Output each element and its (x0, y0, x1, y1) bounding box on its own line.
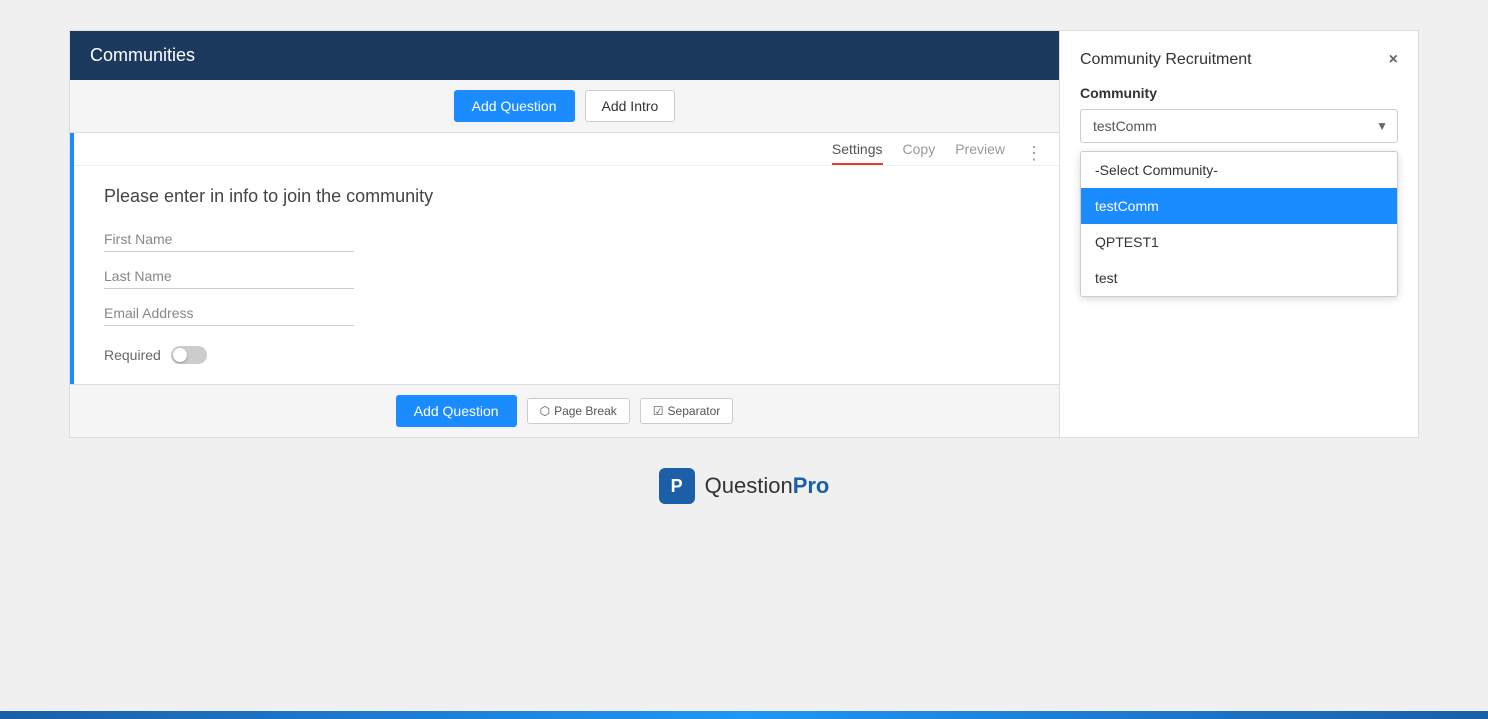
dropdown-item-testcomm[interactable]: testComm (1081, 188, 1397, 224)
community-dropdown-list: -Select Community- testComm QPTEST1 test (1080, 151, 1398, 297)
tab-settings[interactable]: Settings (832, 141, 883, 165)
survey-header: Communities (70, 31, 1059, 80)
footer-branding: P QuestionPro (69, 468, 1419, 504)
required-row: Required (104, 346, 1029, 364)
dropdown-item-test[interactable]: test (1081, 260, 1397, 296)
close-button[interactable]: × (1389, 51, 1398, 69)
dropdown-item-qptest1[interactable]: QPTEST1 (1081, 224, 1397, 260)
dropdown-item-placeholder[interactable]: -Select Community- (1081, 152, 1397, 188)
right-panel-title: Community Recruitment (1080, 51, 1252, 69)
tab-copy[interactable]: Copy (903, 141, 936, 165)
right-panel-header: Community Recruitment × (1080, 51, 1398, 69)
required-toggle[interactable] (171, 346, 207, 364)
community-section-label: Community (1080, 85, 1398, 101)
separator-button[interactable]: ☑ Separator (640, 398, 733, 424)
question-content: Please enter in info to join the communi… (74, 166, 1059, 384)
add-intro-button[interactable]: Add Intro (585, 90, 676, 122)
survey-toolbar-top: Add Question Add Intro (70, 80, 1059, 133)
questionpro-logo-text: QuestionPro (705, 473, 830, 499)
brand-text-normal: Question (705, 473, 793, 498)
question-tabs: Settings Copy Preview ⋮ (74, 133, 1059, 166)
community-select-wrapper: -Select Community- testComm QPTEST1 test… (1080, 109, 1398, 143)
page-title: Communities (90, 45, 195, 65)
page-break-button[interactable]: ⬡ Page Break (527, 398, 630, 424)
add-question-top-button[interactable]: Add Question (454, 90, 575, 122)
email-field: Email Address (104, 305, 1029, 326)
separator-label: Separator (668, 404, 721, 418)
questionpro-logo-icon: P (659, 468, 695, 504)
tab-preview[interactable]: Preview (955, 141, 1005, 165)
question-block: Settings Copy Preview ⋮ Please enter in … (70, 133, 1059, 384)
page-break-label: Page Break (554, 404, 617, 418)
question-title: Please enter in info to join the communi… (104, 186, 1029, 207)
bottom-bar (0, 711, 1488, 719)
survey-toolbar-bottom: Add Question ⬡ Page Break ☑ Separator (70, 384, 1059, 437)
survey-panel: Communities Add Question Add Intro Setti… (69, 30, 1059, 438)
email-label: Email Address (104, 305, 354, 326)
add-question-bottom-button[interactable]: Add Question (396, 395, 517, 427)
first-name-label: First Name (104, 231, 354, 252)
brand-text-bold: Pro (793, 473, 830, 498)
separator-icon: ☑ (653, 404, 664, 418)
last-name-field: Last Name (104, 268, 1029, 289)
community-select[interactable]: -Select Community- testComm QPTEST1 test (1080, 109, 1398, 143)
required-label: Required (104, 347, 161, 363)
first-name-field: First Name (104, 231, 1029, 252)
last-name-label: Last Name (104, 268, 354, 289)
page-break-icon: ⬡ (540, 404, 550, 418)
right-panel: Community Recruitment × Community -Selec… (1059, 30, 1419, 438)
more-options-icon[interactable]: ⋮ (1025, 143, 1043, 164)
